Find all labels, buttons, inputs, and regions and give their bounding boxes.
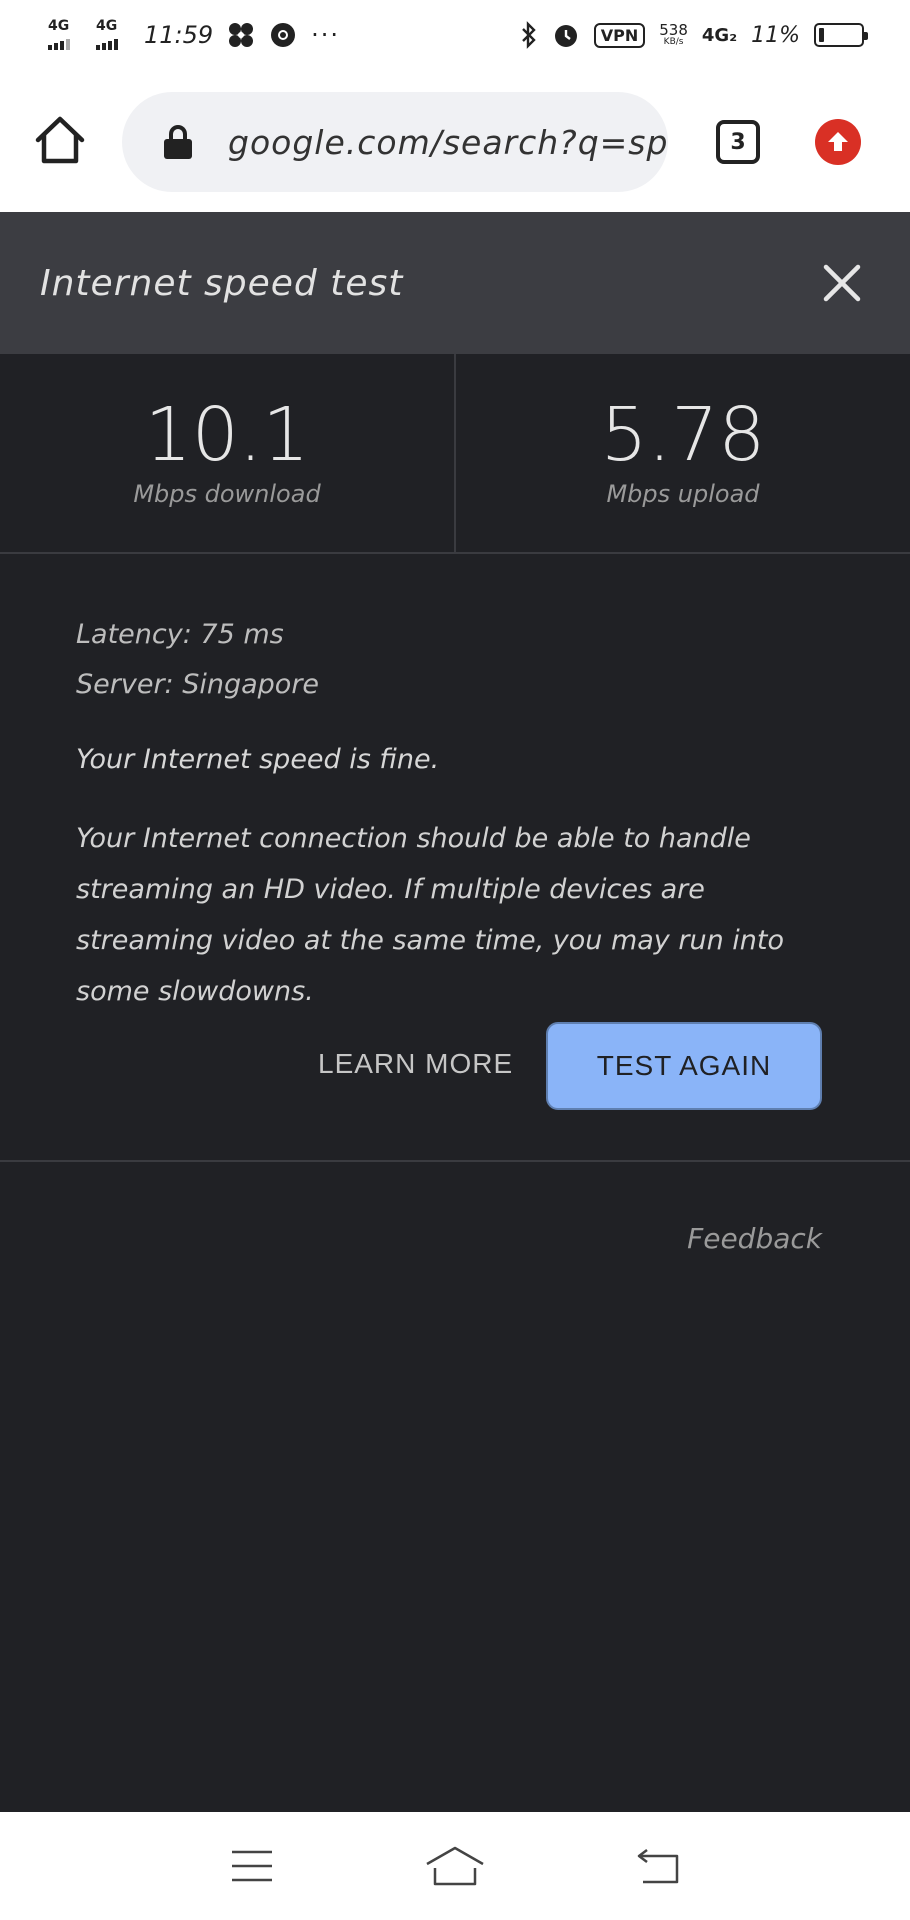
latency-text: Latency: 75 ms xyxy=(76,619,284,650)
more-notifications: ··· xyxy=(311,21,341,49)
url-text: google.com/search?q=speedtes xyxy=(228,122,668,162)
tab-switcher-button[interactable]: 3 xyxy=(716,120,760,164)
download-value: 10.1 xyxy=(144,392,310,478)
back-icon xyxy=(638,1849,679,1884)
upload-value: 5.78 xyxy=(600,392,766,478)
vpn-badge: VPN xyxy=(593,22,646,48)
network-type: 4G₂ xyxy=(701,24,738,46)
speed-results: 10.1 Mbps download 5.78 Mbps upload xyxy=(0,354,910,554)
speed-details: Latency: 75 ms Server: Singapore Your In… xyxy=(76,610,846,1017)
download-unit: Mbps download xyxy=(133,480,321,508)
menu-icon xyxy=(231,1850,272,1882)
speed-test-header: Internet speed test xyxy=(0,212,910,354)
status-right: VPN 538 KB/s 4G₂ 11% xyxy=(520,21,868,49)
chrome-icon xyxy=(271,23,296,47)
status-bar: 4G 4G 11:59 ··· VPN 538 KB/s 4G₂ 11% xyxy=(0,0,910,70)
home-nav-button[interactable] xyxy=(425,1841,485,1891)
close-icon[interactable] xyxy=(820,261,864,305)
status-left: 4G 4G 11:59 ··· xyxy=(48,18,341,50)
pinwheel-icon xyxy=(229,23,254,47)
speed-description: Your Internet connection should be able … xyxy=(76,823,784,1007)
browser-toolbar: google.com/search?q=speedtes 3 xyxy=(0,70,910,212)
server-text: Server: Singapore xyxy=(76,669,320,700)
address-bar[interactable]: google.com/search?q=speedtes xyxy=(122,92,668,192)
signal-label-2: 4G xyxy=(96,18,118,34)
speed-actions: LEARN MORE TEST AGAIN xyxy=(0,1020,910,1112)
system-nav-bar xyxy=(0,1812,910,1920)
arrow-up-icon xyxy=(828,132,848,151)
home-icon[interactable] xyxy=(34,114,86,166)
signal-icon-2: 4G xyxy=(96,18,130,50)
learn-more-button[interactable]: LEARN MORE xyxy=(318,1048,513,1080)
menu-nav-button[interactable] xyxy=(222,1841,282,1891)
network-speed-unit: KB/s xyxy=(663,37,684,47)
signal-icon: 4G xyxy=(48,18,82,50)
divider xyxy=(0,1160,910,1162)
upload-unit: Mbps upload xyxy=(606,480,760,508)
clock: 11:59 xyxy=(144,21,214,49)
feedback-link[interactable]: Feedback xyxy=(687,1222,822,1255)
speed-verdict: Your Internet speed is fine. xyxy=(76,744,440,775)
update-button[interactable] xyxy=(815,119,861,165)
test-again-button[interactable]: TEST AGAIN xyxy=(546,1022,822,1110)
speed-test-title: Internet speed test xyxy=(40,262,404,304)
signal-label: 4G xyxy=(48,18,70,34)
home-nav-icon xyxy=(426,1846,484,1886)
battery-icon xyxy=(814,23,868,47)
lock-icon xyxy=(164,125,192,159)
upload-result: 5.78 Mbps upload xyxy=(454,354,910,552)
network-speed-value: 538 xyxy=(659,21,688,39)
download-result: 10.1 Mbps download xyxy=(0,354,454,552)
battery-percent: 11% xyxy=(751,22,800,48)
bluetooth-icon xyxy=(521,21,536,49)
network-speed: 538 KB/s xyxy=(659,23,688,47)
back-nav-button[interactable] xyxy=(628,1841,688,1891)
alarm-icon xyxy=(554,25,577,47)
